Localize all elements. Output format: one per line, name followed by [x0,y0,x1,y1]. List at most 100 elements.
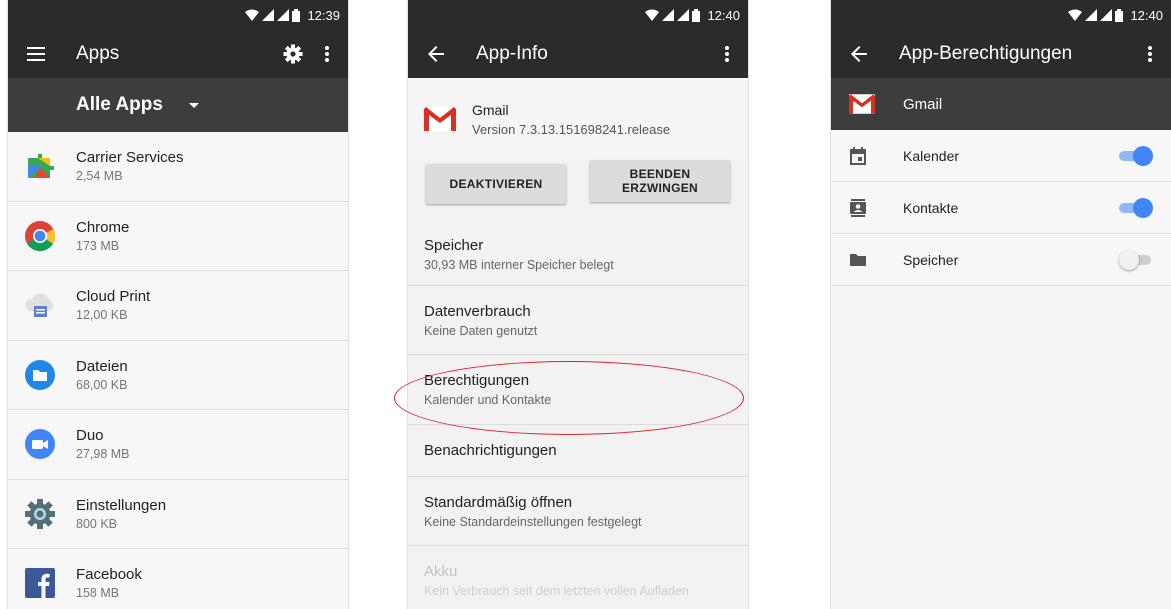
pref-title: Speicher [424,237,484,254]
pref-summary: Keine Standardeinstellungen festgelegt [424,514,642,529]
pref-notifications[interactable]: Benachrichtigungen [408,425,748,477]
apps-screen: 12:39 Apps Alle Apps Carrier Services 2,… [8,0,348,609]
app-name: Carrier Services [76,149,184,167]
wifi-icon [245,9,260,21]
pref-data-usage[interactable]: Datenverbrauch Keine Daten genutzt [408,286,748,355]
carrier-services-icon [22,148,58,184]
status-bar: 12:39 [8,0,348,30]
pref-title: Akku [424,563,458,580]
app-list: Carrier Services 2,54 MB Chrome 173 MB C… [8,132,348,609]
app-name: Chrome [76,218,130,236]
app-permissions-screen: 12:40 App-Berechtigungen Gmail Kalender … [831,0,1171,609]
force-stop-label: BEENDEN ERZWINGEN [621,167,699,195]
app-size: 2,54 MB [76,169,123,184]
app-name: Gmail [472,101,509,118]
page-title: App-Info [476,43,548,64]
pref-battery: Akku Kein Verbrauch seit dem letzten vol… [408,546,748,609]
action-buttons: DEAKTIVIEREN BEENDEN ERZWINGEN [408,160,748,224]
files-icon [22,357,58,393]
app-size: 158 MB [76,586,120,601]
app-row-carrier-services[interactable]: Carrier Services 2,54 MB [8,132,348,202]
app-row-facebook[interactable]: Facebook 158 MB [8,549,348,609]
pref-storage[interactable]: Speicher 30,93 MB interner Speicher bele… [408,224,748,286]
arrow-back-icon [428,46,444,62]
force-stop-button[interactable]: BEENDEN ERZWINGEN [590,160,730,202]
permission-label: Kalender [903,147,960,164]
more-vert-icon [1148,46,1152,62]
more-vert-icon [725,46,729,62]
calendar-icon [850,146,866,165]
pref-title: Benachrichtigungen [424,442,557,459]
signal-icon [677,9,690,21]
signal-icon [262,9,275,21]
arrow-back-icon [851,46,867,62]
wifi-icon [1068,9,1083,21]
pref-summary: 30,93 MB interner Speicher belegt [424,258,614,272]
app-name: Dateien [76,357,128,375]
more-vert-icon [325,46,329,62]
signal-icon [662,9,675,21]
chrome-icon [22,218,58,254]
battery-icon [1115,8,1124,22]
app-header: Gmail [831,78,1171,130]
app-row-chrome[interactable]: Chrome 173 MB [8,202,348,271]
signal-icon [1085,9,1098,21]
wifi-icon [645,9,660,21]
contacts-icon [850,198,866,217]
app-name: Duo [76,427,104,445]
gmail-icon [849,94,875,114]
pref-title: Datenverbrauch [424,302,531,320]
app-row-cloud-print[interactable]: Cloud Print 12,00 KB [8,271,348,341]
app-size: 800 KB [76,516,118,531]
pref-summary: Kein Verbrauch seit dem letzten vollen A… [424,584,689,598]
settings-button[interactable] [276,34,310,74]
page-title: App-Berechtigungen [899,43,1073,64]
page-title: Apps [76,43,120,64]
permission-row-contacts[interactable]: Kontakte [831,182,1171,234]
dropdown-arrow-icon [188,102,199,108]
disable-button[interactable]: DEAKTIVIEREN [426,164,566,204]
pref-summary: Kalender und Kontakte [424,393,552,407]
overflow-menu-button[interactable] [310,34,344,74]
app-size: 12,00 KB [76,308,128,323]
app-row-duo[interactable]: Duo 27,98 MB [8,410,348,480]
app-version: Version 7.3.13.151698241.release [472,121,671,137]
pref-permissions[interactable]: Berechtigungen Kalender und Kontakte [408,355,748,425]
menu-button[interactable] [14,32,58,76]
pref-summary: Keine Daten genutzt [424,323,538,338]
storage-permission-toggle[interactable] [1119,249,1153,270]
app-name: Facebook [76,566,142,584]
duo-icon [22,426,58,462]
status-bar: 12:40 [408,0,748,30]
app-header: Gmail Version 7.3.13.151698241.release [408,78,748,160]
signal-icon [1100,9,1113,21]
back-button[interactable] [837,32,881,76]
settings-app-icon [22,496,58,532]
cloud-print-icon [22,287,58,323]
app-size: 27,98 MB [76,447,130,462]
clock: 12:40 [1130,7,1163,23]
clock: 12:40 [707,7,740,23]
overflow-menu-button[interactable] [710,34,744,74]
app-filter-dropdown[interactable]: Alle Apps [8,78,348,132]
app-name: Einstellungen [76,496,167,514]
permission-row-storage[interactable]: Speicher [831,234,1171,286]
permission-row-calendar[interactable]: Kalender [831,130,1171,182]
app-size: 68,00 KB [76,377,128,392]
app-row-einstellungen[interactable]: Einstellungen 800 KB [8,480,348,549]
pref-open-by-default[interactable]: Standardmäßig öffnen Keine Standardeinst… [408,477,748,546]
app-bar: App-Info [408,30,748,78]
back-button[interactable] [414,32,458,76]
signal-icon [277,9,290,21]
overflow-menu-button[interactable] [1133,34,1167,74]
app-bar: App-Berechtigungen [831,30,1171,78]
permission-label: Speicher [903,251,959,268]
contacts-permission-toggle[interactable] [1119,197,1153,218]
calendar-permission-toggle[interactable] [1119,145,1153,166]
status-bar: 12:40 [831,0,1171,30]
app-size: 173 MB [76,238,120,253]
clock: 12:39 [307,7,340,23]
hamburger-icon [27,47,45,61]
app-row-dateien[interactable]: Dateien 68,00 KB [8,341,348,410]
pref-title: Standardmäßig öffnen [424,493,573,511]
